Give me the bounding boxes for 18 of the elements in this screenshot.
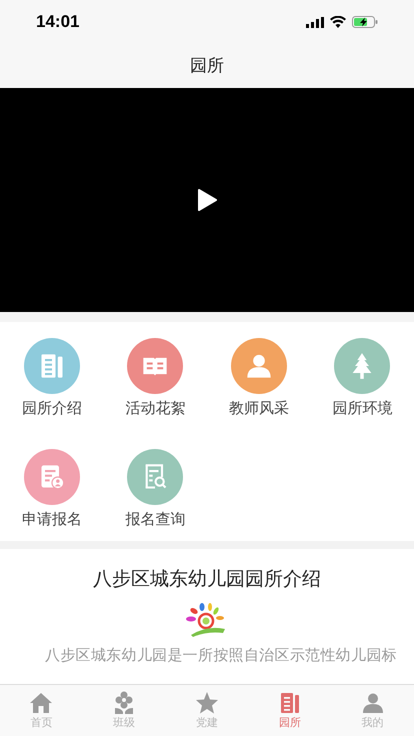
article-title: 八步区城东幼儿园园所介绍 [92,568,322,592]
play-icon[interactable] [197,189,217,211]
person-icon [244,352,273,380]
menu-label[interactable]: 活动花絮 [125,398,186,420]
person-icon [360,691,385,715]
menu-label[interactable]: 教师风采 [228,398,289,420]
menu-label[interactable]: 园所介绍 [22,398,82,420]
battery-icon [352,16,378,28]
home-icon [29,691,54,715]
star-icon [194,691,219,715]
page-title: 园所 [190,55,224,78]
article-paragraph: 八步区城东幼儿园是一所按照自治区示范性幼儿园标 [44,646,398,666]
menu-label[interactable]: 园所环境 [332,398,392,420]
menu-label[interactable]: 报名查询 [125,508,186,531]
wifi-icon [330,16,346,28]
menu-label[interactable]: 申请报名 [22,508,82,531]
status-time: 14:01 [36,11,80,34]
signal-icon [306,16,324,28]
